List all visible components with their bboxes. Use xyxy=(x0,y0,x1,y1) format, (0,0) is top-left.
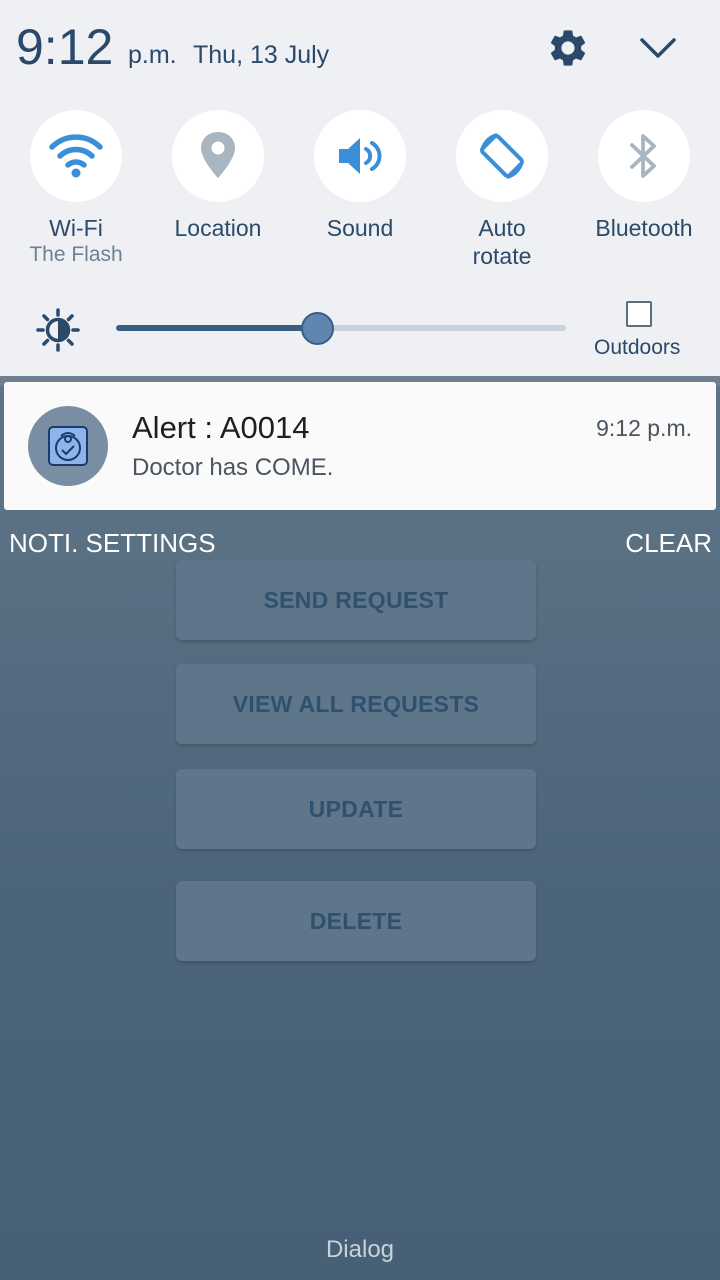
brightness-slider-track[interactable] xyxy=(318,325,566,331)
sound-icon xyxy=(314,110,406,202)
notification-body: Doctor has COME. xyxy=(132,454,334,481)
outdoors-checkbox[interactable] xyxy=(626,301,652,327)
wifi-label: Wi-Fi xyxy=(49,215,103,241)
clear-button[interactable]: CLEAR xyxy=(625,528,712,559)
wifi-network-name: The Flash xyxy=(29,243,123,266)
send-request-button[interactable]: SEND REQUEST xyxy=(176,560,536,640)
location-icon xyxy=(172,110,264,202)
gear-icon[interactable] xyxy=(546,26,590,70)
view-all-requests-button[interactable]: VIEW ALL REQUESTS xyxy=(176,664,536,744)
update-button[interactable]: UPDATE xyxy=(176,769,536,849)
brightness-slider-thumb[interactable] xyxy=(301,312,334,345)
chevron-down-icon[interactable] xyxy=(636,30,680,68)
location-label: Location xyxy=(174,215,262,241)
brightness-icon xyxy=(36,308,80,352)
quick-settings-panel: 9:12 p.m. Thu, 13 July Wi-Fi The Flash L… xyxy=(0,0,720,376)
bluetooth-toggle[interactable]: Bluetooth xyxy=(574,110,714,242)
wifi-icon xyxy=(30,110,122,202)
sound-toggle[interactable]: Sound xyxy=(290,110,430,242)
notification-title: Alert : A0014 xyxy=(132,410,310,445)
notification-card[interactable]: Alert : A0014 Doctor has COME. 9:12 p.m. xyxy=(4,382,716,510)
notification-settings-button[interactable]: NOTI. SETTINGS xyxy=(9,528,216,559)
clock-time: 9:12 xyxy=(16,19,114,75)
sound-label: Sound xyxy=(326,215,394,241)
bluetooth-icon xyxy=(598,110,690,202)
app-icon xyxy=(28,406,108,486)
wifi-toggle[interactable]: Wi-Fi The Flash xyxy=(6,110,146,268)
dialog-label: Dialog xyxy=(325,1236,395,1263)
background-app: SEND REQUEST VIEW ALL REQUESTS UPDATE DE… xyxy=(0,376,720,1280)
auto-rotate-label: Auto rotate xyxy=(472,215,532,269)
auto-rotate-toggle[interactable]: Auto rotate xyxy=(432,110,572,270)
bluetooth-label: Bluetooth xyxy=(595,215,693,241)
outdoors-label: Outdoors xyxy=(594,336,681,359)
date-label[interactable]: Thu, 13 July xyxy=(193,41,329,70)
clock-ampm: p.m. xyxy=(128,41,177,69)
location-toggle[interactable]: Location xyxy=(148,110,288,242)
brightness-slider-fill xyxy=(116,325,318,331)
rotate-icon xyxy=(456,110,548,202)
notification-time: 9:12 p.m. xyxy=(596,415,692,441)
delete-button[interactable]: DELETE xyxy=(176,881,536,961)
